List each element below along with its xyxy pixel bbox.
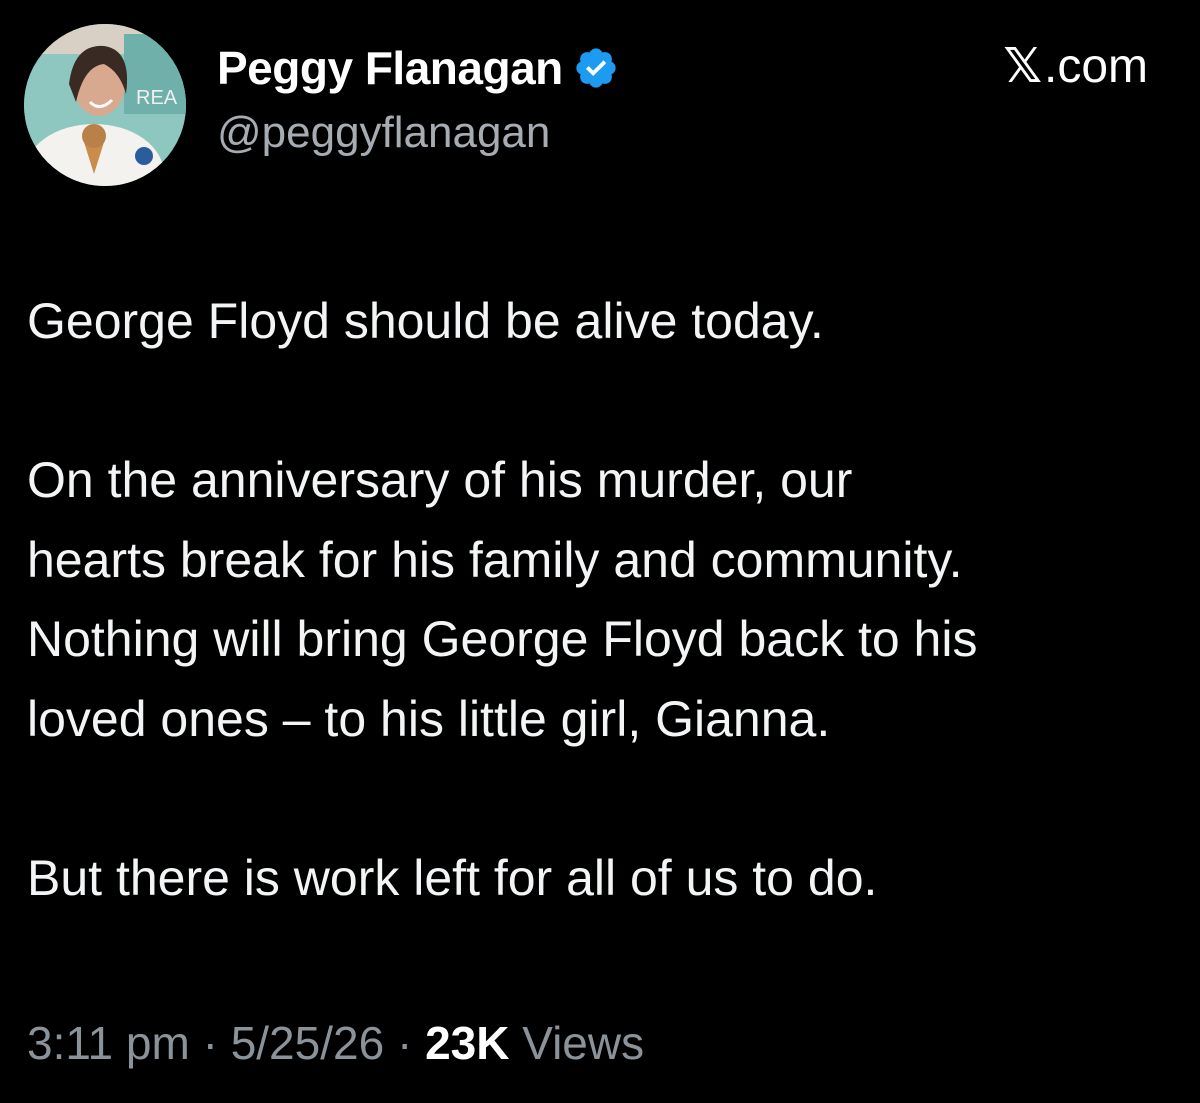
x-logo-icon: 𝕏 (1003, 38, 1042, 94)
tweet-meta: 3:11 pm · 5/25/26 · 23K Views (27, 1016, 644, 1070)
verified-badge-icon (573, 45, 619, 91)
author-handle[interactable]: @peggyflanagan (217, 108, 550, 158)
meta-separator: · (202, 1017, 218, 1069)
author-name-row: Peggy Flanagan (217, 38, 619, 98)
meta-separator: · (396, 1017, 413, 1069)
source-domain: .com (1043, 39, 1148, 93)
source-label: 𝕏 .com (1003, 38, 1148, 94)
author-display-name[interactable]: Peggy Flanagan (217, 41, 563, 95)
tweet-card: REA Peggy Flanagan @peggyflanagan 𝕏 .com… (0, 0, 1200, 1103)
views-count: 23K (425, 1017, 510, 1069)
tweet-paragraph: George Floyd should be alive today. (27, 293, 824, 349)
tweet-text: George Floyd should be alive today. On t… (27, 282, 1177, 918)
tweet-paragraph: On the anniversary of his murder, our he… (27, 452, 978, 747)
avatar-photo: REA (24, 24, 186, 186)
tweet-date[interactable]: 5/25/26 (231, 1017, 384, 1069)
tweet-time[interactable]: 3:11 pm (27, 1017, 190, 1069)
avatar-sign-text: REA (136, 87, 178, 109)
views-label: Views (522, 1017, 645, 1069)
tweet-paragraph: But there is work left for all of us to … (27, 849, 878, 906)
author-avatar[interactable]: REA (24, 24, 186, 186)
